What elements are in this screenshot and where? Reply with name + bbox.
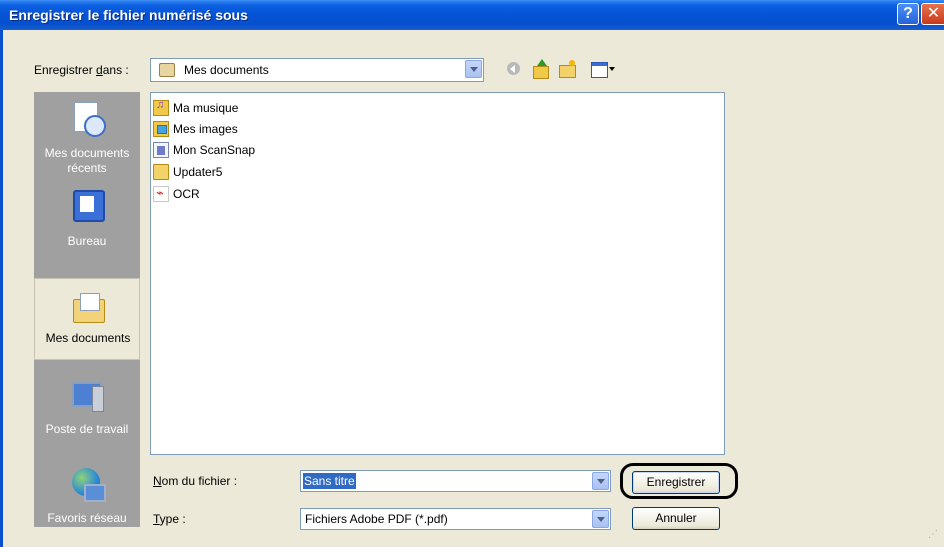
my-documents-icon xyxy=(71,291,105,325)
place-recent-documents[interactable]: Mes documents récents xyxy=(34,92,140,175)
chevron-down-icon[interactable] xyxy=(592,510,609,528)
recent-documents-icon xyxy=(70,102,106,137)
save-in-label: Enregistrer dans : xyxy=(34,63,129,77)
save-in-dropdown[interactable]: Mes documents xyxy=(150,58,484,82)
network-places-icon xyxy=(70,468,106,502)
place-my-documents[interactable]: Mes documents xyxy=(34,278,140,360)
place-label: Favoris réseau xyxy=(47,511,127,525)
music-folder-icon xyxy=(153,99,169,116)
file-name: Updater5 xyxy=(173,165,223,179)
chevron-down-icon[interactable] xyxy=(465,60,482,78)
file-name-value[interactable]: Sans titre xyxy=(303,473,356,489)
place-network-places[interactable]: Favoris réseau xyxy=(34,460,140,542)
file-name: OCR xyxy=(173,187,200,201)
place-my-computer[interactable]: Poste de travail xyxy=(34,372,140,454)
view-menu-icon[interactable] xyxy=(589,59,615,79)
up-folder-icon[interactable] xyxy=(531,59,551,79)
file-name: Mon ScanSnap xyxy=(173,143,256,157)
file-type-label: Type : xyxy=(153,512,186,526)
file-list[interactable]: Ma musique Mes images Mon ScanSnap Updat… xyxy=(150,92,725,455)
file-name: Ma musique xyxy=(173,101,239,115)
pictures-folder-icon xyxy=(153,121,169,137)
folder-icon xyxy=(153,164,169,180)
chevron-down-icon[interactable] xyxy=(592,472,609,490)
new-folder-icon[interactable] xyxy=(557,59,577,79)
place-label: Poste de travail xyxy=(45,422,129,436)
save-in-value: Mes documents xyxy=(184,63,269,77)
file-type-value: Fichiers Adobe PDF (*.pdf) xyxy=(305,512,448,526)
file-name-input[interactable]: Sans titre xyxy=(300,470,611,492)
save-dialog: Enregistrer le fichier numérisé sous ? ✕… xyxy=(0,0,944,547)
close-button[interactable]: ✕ xyxy=(921,3,944,25)
place-label: Bureau xyxy=(67,234,107,248)
title-bar[interactable]: Enregistrer le fichier numérisé sous ? ✕ xyxy=(0,0,944,30)
place-label: Mes documents xyxy=(45,331,131,345)
help-button[interactable]: ? xyxy=(897,3,919,25)
place-desktop[interactable]: Bureau xyxy=(34,184,140,266)
cancel-button[interactable]: Annuler xyxy=(632,507,720,530)
my-documents-folder-icon xyxy=(159,63,175,77)
save-button[interactable]: Enregistrer xyxy=(632,471,720,494)
pdf-file-icon xyxy=(153,185,169,202)
resize-grip[interactable]: ⋰ xyxy=(928,530,940,542)
file-name-label: Nom du fichier : xyxy=(153,474,238,488)
file-name: Mes images xyxy=(173,122,238,136)
place-label: Mes documents récents xyxy=(44,146,130,175)
back-icon[interactable] xyxy=(504,59,524,79)
file-type-dropdown[interactable]: Fichiers Adobe PDF (*.pdf) xyxy=(300,508,611,530)
my-computer-icon xyxy=(70,380,104,414)
scansnap-folder-icon xyxy=(153,142,169,158)
places-bar: Mes documents récents Bureau Mes documen… xyxy=(34,92,140,527)
dialog-title: Enregistrer le fichier numérisé sous xyxy=(9,7,248,23)
desktop-icon xyxy=(70,188,105,222)
